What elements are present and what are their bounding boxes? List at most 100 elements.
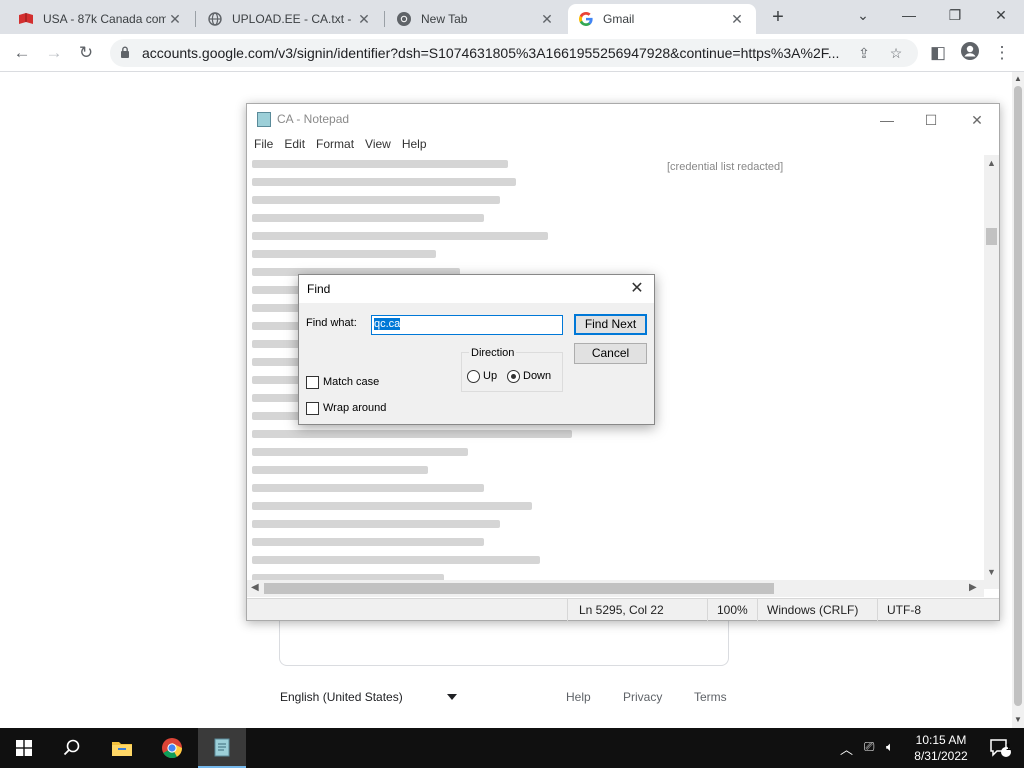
bookmark-star-icon[interactable]: ☆ xyxy=(886,43,906,63)
tab-title: UPLOAD.EE - CA.txt - D xyxy=(232,12,355,26)
redacted-line xyxy=(247,191,985,209)
terms-link[interactable]: Terms xyxy=(694,690,727,704)
redacted-line xyxy=(247,551,985,569)
find-what-input[interactable]: qc.ca xyxy=(371,315,563,335)
tab-search-icon[interactable]: ⌄ xyxy=(848,3,878,27)
side-panel-icon[interactable]: ◧ xyxy=(926,41,950,65)
network-icon[interactable]: ⎚ xyxy=(864,739,874,755)
notepad-horizontal-scrollbar[interactable]: ◀ ▶ xyxy=(247,580,984,597)
wrap-around-label: Wrap around xyxy=(323,402,387,414)
tab-gmail[interactable]: Gmail ✕ xyxy=(568,4,756,34)
close-tab-icon[interactable]: ✕ xyxy=(538,11,556,28)
clock-date: 8/31/2022 xyxy=(914,749,968,763)
encoding: UTF-8 xyxy=(887,603,921,617)
find-next-button[interactable]: Find Next xyxy=(574,314,647,335)
zoom-level: 100% xyxy=(717,603,748,617)
tab-divider xyxy=(384,11,385,27)
redacted-line xyxy=(247,443,985,461)
chrome-icon xyxy=(396,11,412,27)
reload-icon[interactable]: ↻ xyxy=(74,41,98,65)
scroll-thumb[interactable] xyxy=(1014,86,1022,706)
scroll-down-icon[interactable]: ▼ xyxy=(1014,715,1022,724)
direction-down-radio[interactable] xyxy=(507,370,520,383)
back-icon[interactable]: ← xyxy=(10,41,34,65)
close-window-icon[interactable]: ✕ xyxy=(957,108,997,132)
notepad-status-bar: Ln 5295, Col 22 100% Windows (CRLF) UTF-… xyxy=(247,598,999,621)
menu-file[interactable]: File xyxy=(254,134,273,154)
minimize-icon[interactable]: — xyxy=(894,3,924,27)
browser-tab-strip: USA - 87k Canada com ✕ UPLOAD.EE - CA.tx… xyxy=(0,0,1024,34)
language-selector[interactable]: English (United States) xyxy=(280,690,403,704)
redacted-line xyxy=(247,209,985,227)
match-case-checkbox[interactable] xyxy=(306,376,319,389)
scroll-up-icon[interactable]: ▲ xyxy=(987,158,996,168)
help-link[interactable]: Help xyxy=(566,690,591,704)
scroll-thumb[interactable] xyxy=(986,228,997,245)
direction-up-radio[interactable] xyxy=(467,370,480,383)
notification-count: 1 xyxy=(1006,742,1012,752)
lock-icon xyxy=(121,46,129,58)
notepad-titlebar[interactable]: CA - Notepad — ☐ ✕ xyxy=(247,104,999,134)
address-bar[interactable]: accounts.google.com/v3/signin/identifier… xyxy=(110,39,918,67)
notepad-vertical-scrollbar[interactable]: ▲ ▼ xyxy=(984,155,999,589)
menu-edit[interactable]: Edit xyxy=(284,134,305,154)
minimize-icon[interactable]: — xyxy=(867,108,907,132)
tab-title: USA - 87k Canada com xyxy=(43,12,166,26)
wrap-around-checkbox[interactable] xyxy=(306,402,319,415)
privacy-link[interactable]: Privacy xyxy=(623,690,662,704)
line-ending: Windows (CRLF) xyxy=(767,603,859,617)
status-divider xyxy=(877,599,878,621)
profile-avatar-icon[interactable] xyxy=(958,41,982,65)
redacted-line xyxy=(247,461,985,479)
redacted-line xyxy=(247,479,985,497)
menu-view[interactable]: View xyxy=(365,134,391,154)
notification-center-icon[interactable]: 1 xyxy=(976,728,1024,768)
share-icon[interactable]: ⇪ xyxy=(854,43,874,63)
redacted-line xyxy=(247,155,985,173)
notepad-icon xyxy=(257,112,271,127)
maximize-icon[interactable]: ☐ xyxy=(911,108,951,132)
search-icon[interactable] xyxy=(48,728,96,768)
page-scrollbar[interactable]: ▲ ▼ xyxy=(1012,72,1024,728)
new-tab-button[interactable]: + xyxy=(766,6,790,30)
red-book-icon xyxy=(18,11,34,27)
scroll-down-icon[interactable]: ▼ xyxy=(987,567,996,577)
notepad-taskbar-icon[interactable] xyxy=(198,728,246,768)
direction-down-label: Down xyxy=(523,370,552,382)
tab-new-tab[interactable]: New Tab ✕ xyxy=(386,4,566,34)
redaction-note: [credential list redacted] xyxy=(667,161,784,173)
find-dialog-title: Find xyxy=(307,282,331,296)
volume-icon[interactable]: 🔈︎ xyxy=(886,739,894,755)
more-menu-icon[interactable]: ⋮ xyxy=(990,41,1014,65)
tab-upload-ee[interactable]: UPLOAD.EE - CA.txt - D ✕ xyxy=(197,4,383,34)
scroll-right-icon[interactable]: ▶ xyxy=(969,582,977,593)
cancel-button[interactable]: Cancel xyxy=(574,343,647,364)
close-tab-icon[interactable]: ✕ xyxy=(728,11,746,28)
chevron-down-icon[interactable] xyxy=(447,694,457,700)
tab-usa-canada[interactable]: USA - 87k Canada com ✕ xyxy=(8,4,194,34)
restore-icon[interactable]: ❐ xyxy=(940,3,970,27)
close-window-icon[interactable]: ✕ xyxy=(986,3,1016,27)
close-icon[interactable]: ✕ xyxy=(625,278,649,300)
windows-start-icon[interactable] xyxy=(0,728,48,768)
find-dialog-titlebar[interactable]: Find ✕ xyxy=(299,275,654,303)
chevron-up-icon[interactable]: ︿ xyxy=(840,739,853,758)
forward-icon[interactable]: → xyxy=(42,41,66,65)
menu-help[interactable]: Help xyxy=(402,134,427,154)
direction-up-label: Up xyxy=(483,370,498,382)
scroll-up-icon[interactable]: ▲ xyxy=(1014,74,1022,83)
taskbar-clock[interactable]: 10:15 AM 8/31/2022 xyxy=(906,732,976,764)
tab-divider xyxy=(195,11,196,27)
file-explorer-icon[interactable] xyxy=(98,728,146,768)
clock-time: 10:15 AM xyxy=(915,733,967,747)
status-divider xyxy=(567,599,568,621)
close-tab-icon[interactable]: ✕ xyxy=(355,11,373,28)
close-tab-icon[interactable]: ✕ xyxy=(166,11,184,28)
chrome-icon[interactable] xyxy=(148,728,196,768)
menu-format[interactable]: Format xyxy=(316,134,354,154)
globe-icon xyxy=(207,11,223,27)
redacted-line xyxy=(247,227,985,245)
scroll-thumb[interactable] xyxy=(264,583,774,594)
scroll-left-icon[interactable]: ◀ xyxy=(251,582,259,593)
browser-toolbar: ← → ↻ accounts.google.com/v3/signin/iden… xyxy=(0,34,1024,72)
